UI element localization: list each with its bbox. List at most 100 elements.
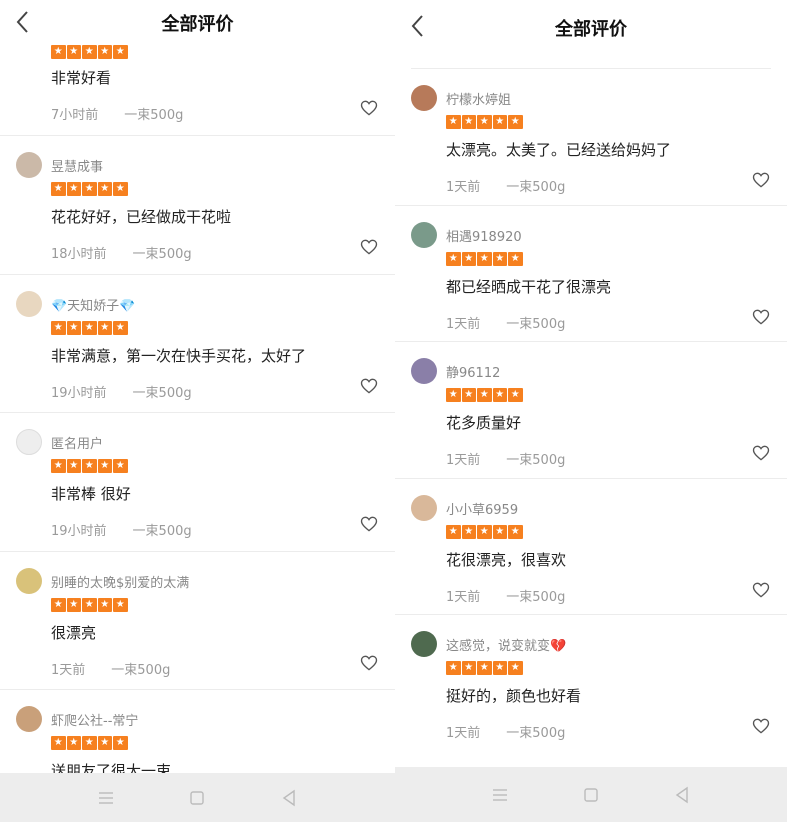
home-square-icon[interactable] bbox=[580, 784, 602, 806]
review-time: 1天前 bbox=[446, 180, 481, 195]
star-icon: ★ bbox=[508, 115, 523, 129]
star-icon: ★ bbox=[461, 251, 476, 266]
heart-outline-icon[interactable] bbox=[751, 307, 771, 327]
review-meta: 1天前 一束500g bbox=[446, 722, 565, 741]
star-icon: ★ bbox=[461, 388, 476, 402]
reviewer-name[interactable]: 静96112 bbox=[446, 362, 500, 381]
star-icon: ★ bbox=[66, 320, 81, 335]
reviewer-name[interactable]: 虾爬公社--常宁 bbox=[51, 710, 138, 729]
star-icon: ★ bbox=[477, 524, 492, 539]
star-icon: ★ bbox=[51, 459, 66, 473]
review-spec: 一束500g bbox=[506, 453, 566, 468]
reviewer-name[interactable]: 别睡的太晚$别爱的太满 bbox=[51, 572, 189, 591]
star-icon: ★ bbox=[66, 597, 81, 612]
star-icon: ★ bbox=[477, 661, 492, 675]
heart-outline-icon[interactable] bbox=[359, 376, 379, 396]
star-icon: ★ bbox=[97, 736, 112, 750]
avatar[interactable] bbox=[411, 85, 437, 111]
star-icon: ★ bbox=[446, 524, 461, 539]
star-icon: ★ bbox=[113, 182, 128, 196]
home-square-icon[interactable] bbox=[186, 787, 208, 809]
avatar[interactable] bbox=[16, 152, 42, 178]
star-icon: ★ bbox=[51, 182, 66, 196]
heart-outline-icon[interactable] bbox=[751, 443, 771, 463]
system-navbar bbox=[395, 767, 787, 822]
right-screen: 全部评价 柠檬水婷姐 ★ ★ ★ ★ ★ 太漂亮。太美了。已经送给妈妈了 1天前 一束50… bbox=[395, 0, 787, 822]
avatar[interactable] bbox=[16, 567, 42, 594]
star-icon: ★ bbox=[113, 736, 128, 750]
rating-stars: ★ ★ ★ ★ ★ bbox=[51, 45, 128, 59]
review-meta: 1天前 一束500g bbox=[446, 176, 565, 195]
review-item: 💎天知娇子💎 ★ ★ ★ ★ ★ 非常满意，第一次在快手买花，太好了 19小时前 一束50… bbox=[0, 275, 395, 413]
avatar[interactable] bbox=[411, 221, 437, 248]
reviewer-name[interactable]: 💎天知娇子💎 bbox=[51, 295, 135, 314]
review-content: 花多质量好 bbox=[446, 414, 522, 432]
star-icon: ★ bbox=[477, 115, 492, 129]
star-icon: ★ bbox=[97, 320, 112, 335]
review-spec: 一束500g bbox=[132, 524, 192, 539]
review-item: ★ ★ ★ ★ ★ 非常好看 7小时前 一束500g bbox=[0, 0, 395, 136]
avatar[interactable] bbox=[16, 429, 42, 455]
star-icon: ★ bbox=[508, 661, 523, 675]
star-icon: ★ bbox=[82, 45, 97, 59]
reviewer-name[interactable]: 小小草6959 bbox=[446, 499, 518, 518]
star-icon: ★ bbox=[66, 736, 81, 750]
heart-outline-icon[interactable] bbox=[359, 514, 379, 534]
review-time: 1天前 bbox=[446, 316, 481, 332]
reviewer-name[interactable]: 柠檬水婷姐 bbox=[446, 89, 511, 108]
rating-stars: ★ ★ ★ ★ ★ bbox=[51, 459, 128, 473]
menu-icon[interactable] bbox=[489, 784, 511, 806]
avatar[interactable] bbox=[16, 706, 42, 732]
review-time: 19小时前 bbox=[51, 385, 107, 401]
review-list[interactable]: ★ ★ ★ ★ ★ 非常好看 7小时前 一束500g 昱慧成事 ★ ★ ★ ★ ★ 花花好好，已经… bbox=[0, 0, 395, 822]
star-icon: ★ bbox=[508, 524, 523, 539]
star-icon: ★ bbox=[461, 661, 476, 675]
review-spec: 一束500g bbox=[506, 726, 566, 741]
heart-outline-icon[interactable] bbox=[751, 716, 771, 736]
review-time: 1天前 bbox=[446, 589, 481, 605]
left-screen: 全部评价 ★ ★ ★ ★ ★ 非常好看 7小时前 一束500g 昱慧成事 ★ ★ ★ ★ ★ 花花… bbox=[0, 0, 395, 822]
avatar[interactable] bbox=[411, 494, 437, 521]
heart-outline-icon[interactable] bbox=[751, 170, 771, 190]
heart-outline-icon[interactable] bbox=[359, 98, 379, 118]
review-spec: 一束500g bbox=[124, 108, 184, 123]
review-time: 18小时前 bbox=[51, 247, 107, 262]
star-icon: ★ bbox=[477, 388, 492, 402]
star-icon: ★ bbox=[508, 251, 523, 266]
rating-stars: ★ ★ ★ ★ ★ bbox=[446, 251, 523, 266]
review-meta: 1天前 一束500g bbox=[446, 586, 565, 605]
star-icon: ★ bbox=[82, 320, 97, 335]
avatar[interactable] bbox=[16, 290, 42, 317]
review-spec: 一束500g bbox=[132, 385, 192, 401]
menu-icon[interactable] bbox=[95, 787, 117, 809]
back-triangle-icon[interactable] bbox=[671, 784, 693, 806]
reviewer-name[interactable]: 这感觉，说变就变💔 bbox=[446, 635, 566, 654]
review-content: 都已经晒成干花了很漂亮 bbox=[446, 277, 612, 296]
star-icon: ★ bbox=[113, 459, 128, 473]
heart-outline-icon[interactable] bbox=[751, 580, 771, 600]
heart-outline-icon[interactable] bbox=[359, 237, 379, 257]
avatar[interactable] bbox=[411, 631, 437, 657]
rating-stars: ★ ★ ★ ★ ★ bbox=[446, 661, 523, 675]
star-icon: ★ bbox=[66, 182, 81, 196]
reviewer-name[interactable]: 昱慧成事 bbox=[51, 156, 103, 175]
rating-stars: ★ ★ ★ ★ ★ bbox=[51, 182, 128, 196]
back-triangle-icon[interactable] bbox=[278, 787, 300, 809]
avatar[interactable] bbox=[411, 358, 437, 384]
review-content: 非常好看 bbox=[51, 69, 112, 87]
reviewer-name[interactable]: 相遇918920 bbox=[446, 226, 522, 245]
heart-outline-icon[interactable] bbox=[359, 653, 379, 673]
star-icon: ★ bbox=[508, 388, 523, 402]
review-spec: 一束500g bbox=[132, 247, 192, 262]
star-icon: ★ bbox=[461, 115, 476, 129]
reviewer-name[interactable]: 匿名用户 bbox=[51, 433, 103, 452]
review-time: 1天前 bbox=[446, 726, 481, 741]
review-meta: 1天前 一束500g bbox=[51, 659, 170, 678]
star-icon: ★ bbox=[492, 524, 507, 539]
review-content: 太漂亮。太美了。已经送给妈妈了 bbox=[446, 141, 672, 159]
review-list[interactable]: 柠檬水婷姐 ★ ★ ★ ★ ★ 太漂亮。太美了。已经送给妈妈了 1天前 一束500g 相遇… bbox=[395, 69, 787, 751]
review-item: 匿名用户 ★ ★ ★ ★ ★ 非常棒 很好 19小时前 一束500g bbox=[0, 413, 395, 552]
review-time: 7小时前 bbox=[51, 108, 99, 123]
page-title: 全部评价 bbox=[555, 19, 627, 40]
review-item: 昱慧成事 ★ ★ ★ ★ ★ 花花好好，已经做成干花啦 18小时前 一束500g bbox=[0, 136, 395, 275]
